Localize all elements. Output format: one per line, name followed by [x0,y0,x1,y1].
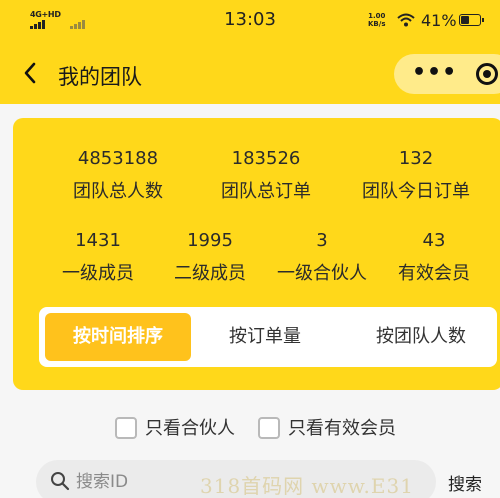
filter-options: 只看合伙人 只看有效会员 [0,416,500,442]
speed-value: 1.00 [368,12,386,20]
filter-partners-only[interactable]: 只看合伙人 [115,416,245,442]
stat-level1-partners: 3 一级合伙人 [267,230,377,285]
stat-label: 二级成员 [174,263,246,284]
back-arrow-icon[interactable] [20,60,42,86]
stat-label: 有效会员 [398,263,470,284]
close-target-icon[interactable] [476,63,498,85]
stat-label: 团队总人数 [73,181,163,202]
stat-label: 团队今日订单 [362,181,470,202]
tab-sort-by-team-size[interactable]: 按团队人数 [351,307,491,367]
stat-valid-members: 43 有效会员 [379,230,489,285]
battery-icon [459,14,484,26]
tab-sort-by-time[interactable]: 按时间排序 [45,313,191,361]
stat-value: 1431 [75,230,121,251]
search-icon [51,472,70,491]
more-menu-icon[interactable]: ••• [412,60,457,85]
filter-label: 只看合伙人 [145,418,235,439]
stat-value: 1995 [187,230,233,251]
stat-level2-members: 1995 二级成员 [155,230,265,285]
speed-unit: KB/s [368,20,386,28]
stat-value: 132 [398,148,434,169]
stat-value: 4853188 [77,148,159,169]
stat-team-orders: 183526 团队总订单 [201,148,331,203]
search-button[interactable]: 搜索 [448,470,482,495]
wifi-icon [397,13,415,27]
stat-label: 一级成员 [62,263,134,284]
tab-sort-by-orders[interactable]: 按订单量 [209,307,321,367]
stat-value: 43 [422,230,446,251]
stat-value: 3 [316,230,328,251]
page-title: 我的团队 [58,65,142,89]
mini-program-capsule: ••• [394,54,500,94]
stat-level1-members: 1431 一级成员 [43,230,153,285]
stat-today-orders: 132 团队今日订单 [347,148,485,203]
network-speed: 1.00 KB/s [368,12,385,28]
sort-tabs: 按时间排序 按订单量 按团队人数 [39,307,497,367]
filter-valid-members-only[interactable]: 只看有效会员 [258,416,408,442]
nav-bar: 我的团队 ••• [0,42,500,104]
partners-only-checkbox[interactable] [115,417,137,439]
watermark: 318首码网 www.E31 [200,474,414,498]
stat-team-total: 4853188 团队总人数 [53,148,183,203]
stat-value: 183526 [231,148,301,169]
valid-members-only-checkbox[interactable] [258,417,280,439]
status-bar: 4G+HD 13:03 1.00 KB/s 41% [0,0,500,42]
filter-label: 只看有效会员 [288,418,396,439]
battery-percent: 41% [421,11,457,30]
stat-label: 一级合伙人 [277,263,367,284]
stat-label: 团队总订单 [221,181,311,202]
